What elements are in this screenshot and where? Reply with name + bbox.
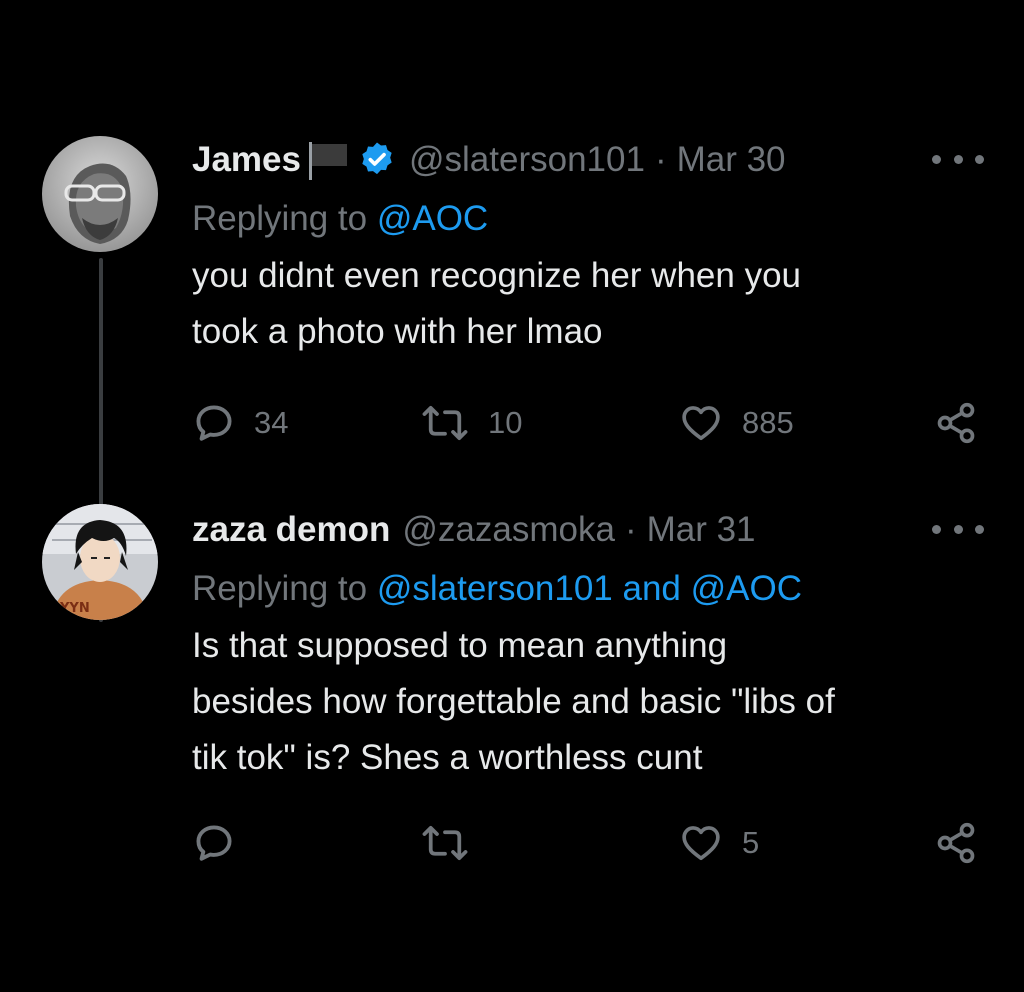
like-button[interactable]: 5 (678, 818, 759, 868)
display-name[interactable]: James (192, 140, 301, 180)
more-icon[interactable] (932, 514, 984, 544)
tweet-1[interactable]: James @slaterson101 · Mar 30 Replying to… (0, 130, 1024, 622)
share-button[interactable] (934, 818, 978, 868)
like-count: 5 (742, 825, 760, 860)
tweet-content: James @slaterson101 · Mar 30 Replying to… (192, 130, 984, 360)
handle[interactable]: @zazasmoka (402, 510, 615, 550)
reply-count: 34 (254, 405, 289, 440)
retweet-button[interactable]: 10 (420, 398, 522, 448)
verified-badge-icon (357, 140, 397, 180)
avatar-zaza-demon[interactable]: YYN (42, 504, 158, 620)
avatar-image: YYN (42, 504, 158, 620)
heart-icon (682, 826, 720, 861)
tweet-text: Is that supposed to mean anything beside… (192, 626, 835, 777)
replying-prefix: Replying to (192, 199, 377, 238)
replying-to-mention[interactable]: @AOC (377, 199, 488, 238)
separator: · (654, 140, 667, 179)
reply-button[interactable]: 34 (192, 398, 288, 448)
tweet-header: zaza demon @zazasmoka · Mar 31 (192, 500, 982, 560)
more-icon[interactable] (932, 144, 984, 174)
reply-button[interactable] (192, 818, 254, 868)
tweet-header: James @slaterson101 · Mar 30 (192, 130, 982, 190)
like-count: 885 (742, 405, 794, 440)
reply-icon (196, 405, 232, 441)
separator: · (624, 510, 637, 549)
timestamp[interactable]: Mar 30 (677, 140, 786, 180)
retweet-count: 10 (488, 405, 523, 440)
action-bar: 34 10 885 (192, 398, 982, 448)
share-icon (937, 822, 975, 864)
tweet-content: zaza demon @zazasmoka · Mar 31 Replying … (192, 500, 984, 786)
retweet-button[interactable] (420, 818, 488, 868)
display-name[interactable]: zaza demon (192, 510, 390, 550)
timestamp[interactable]: Mar 31 (647, 510, 756, 550)
heart-icon (682, 406, 720, 441)
retweet-icon (422, 825, 468, 861)
share-button[interactable] (934, 398, 978, 448)
like-button[interactable]: 885 (678, 398, 794, 448)
replying-prefix: Replying to (192, 569, 377, 608)
black-flag-icon (307, 140, 351, 180)
tweet-2[interactable]: YYN zaza demon @zazasmoka · Mar 31 Reply… (0, 500, 1024, 900)
replying-to-mention[interactable]: @slaterson101 and @AOC (377, 569, 802, 608)
avatar-james[interactable] (42, 136, 158, 252)
replying-to: Replying to @slaterson101 and @AOC (192, 560, 982, 618)
replying-to: Replying to @AOC (192, 190, 982, 248)
avatar-image (42, 136, 158, 252)
svg-text:YYN: YYN (59, 601, 90, 616)
retweet-icon (422, 405, 468, 441)
tweet-text: you didnt even recognize her when you to… (192, 256, 802, 351)
handle[interactable]: @slaterson101 (409, 140, 645, 180)
reply-icon (196, 825, 232, 861)
action-bar: 5 (192, 818, 982, 868)
share-icon (937, 402, 975, 444)
